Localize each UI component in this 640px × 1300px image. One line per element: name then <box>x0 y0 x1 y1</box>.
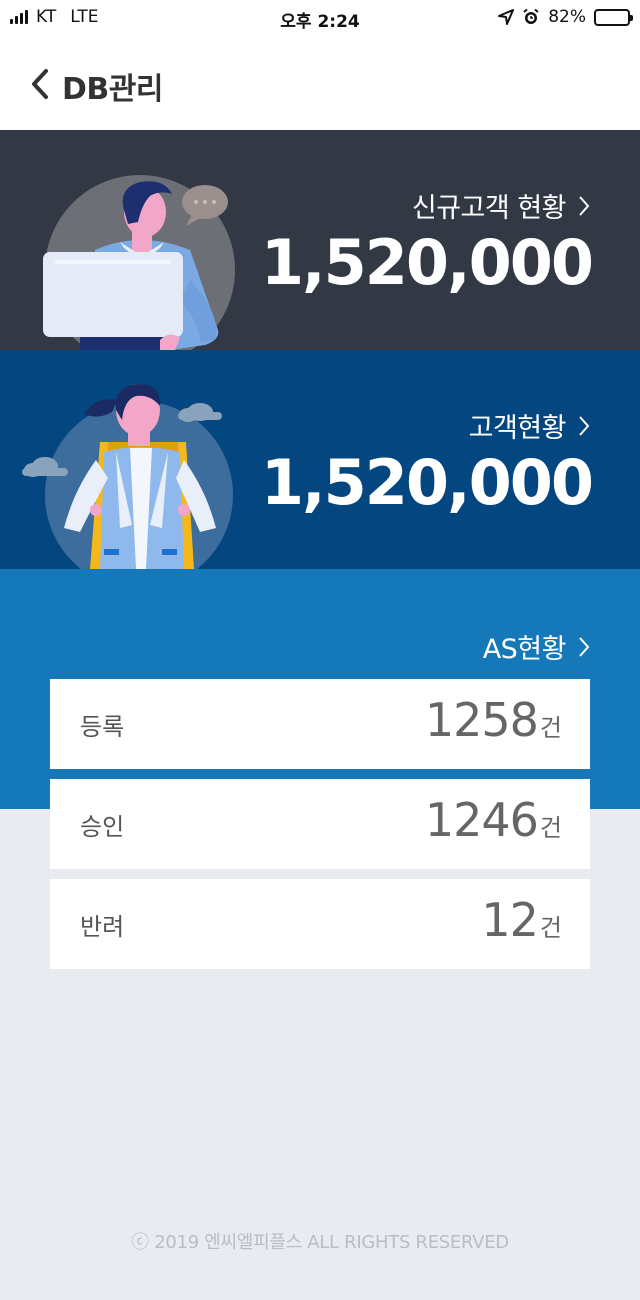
as-status-link[interactable]: AS현황 <box>483 627 590 666</box>
as-row-name: 승인 <box>80 813 125 841</box>
as-row-registered[interactable]: 등록 1258 건 <box>50 679 590 769</box>
as-row-count: 1258 <box>424 693 539 747</box>
customers-label: 고객현황 <box>468 413 567 444</box>
new-customers-link[interactable]: 신규고객 현황 <box>412 186 590 225</box>
battery-percent: 82% <box>548 7 586 27</box>
page-header: DB관리 <box>0 36 640 130</box>
alarm-icon <box>523 8 539 24</box>
businessman-illustration <box>43 175 235 350</box>
page-title: DB관리 <box>62 72 163 107</box>
as-row-count: 1246 <box>424 793 539 847</box>
as-row-rejected[interactable]: 반려 12 건 <box>50 879 590 969</box>
battery-icon <box>594 8 633 26</box>
new-customers-card[interactable]: 신규고객 현황 1,520,000 <box>0 130 640 350</box>
woman-backpack-illustration <box>22 384 233 569</box>
as-row-approved[interactable]: 승인 1246 건 <box>50 779 590 869</box>
location-arrow-icon <box>498 9 515 25</box>
customers-card[interactable]: 고객현황 1,520,000 <box>0 350 640 569</box>
new-customers-label: 신규고객 현황 <box>411 193 567 224</box>
new-customers-value: 1,520,000 <box>260 226 594 299</box>
chevron-right-icon <box>579 636 590 657</box>
back-chevron-icon[interactable] <box>26 66 56 102</box>
as-row-unit: 건 <box>539 814 562 842</box>
as-row-name: 반려 <box>80 913 125 941</box>
as-row-unit: 건 <box>539 914 562 942</box>
chevron-right-icon <box>579 415 590 436</box>
as-row-unit: 건 <box>539 714 562 742</box>
customers-value: 1,520,000 <box>260 446 594 519</box>
as-status-label: AS현황 <box>482 634 567 665</box>
status-bar: KT LTE 오후 2:24 82% <box>0 0 640 36</box>
as-row-name: 등록 <box>80 713 125 741</box>
as-row-count: 12 <box>481 893 539 947</box>
footer-copyright: ⓒ 2019 엔씨엘피플스 ALL RIGHTS RESERVED <box>131 1232 509 1253</box>
chevron-right-icon <box>579 195 590 216</box>
customers-link[interactable]: 고객현황 <box>469 406 590 445</box>
